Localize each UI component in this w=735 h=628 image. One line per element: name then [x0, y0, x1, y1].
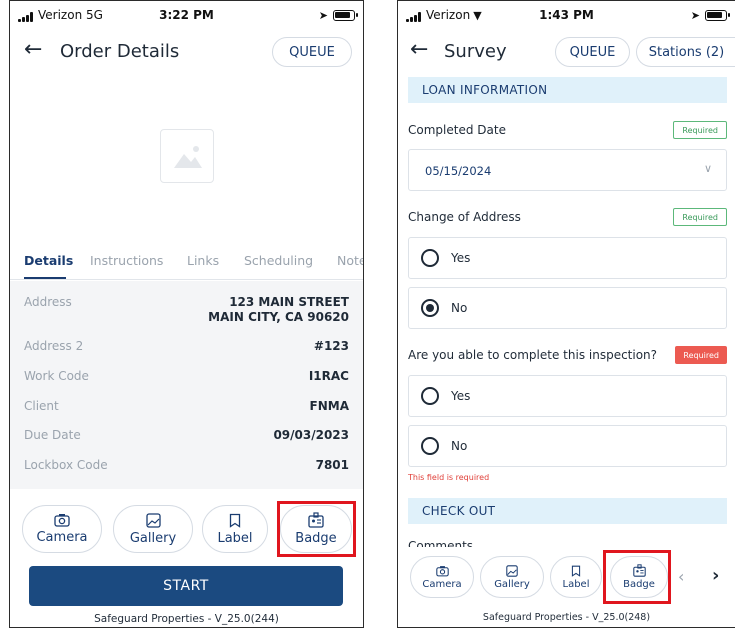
gallery-label: Gallery	[129, 530, 177, 546]
page-title: Survey	[444, 41, 507, 62]
able-to-complete-option-yes[interactable]: Yes	[408, 375, 727, 417]
battery-icon	[705, 10, 730, 21]
tab-scheduling[interactable]: Scheduling	[244, 253, 313, 268]
back-arrow-icon[interactable]: ←	[24, 37, 42, 62]
gallery-icon	[145, 512, 161, 528]
back-arrow-icon[interactable]: ←	[410, 37, 428, 62]
badge-highlight-box	[277, 501, 356, 557]
detail-label: Due Date	[24, 428, 81, 442]
required-badge: Required	[673, 121, 727, 139]
version-footer: Safeguard Properties - V_25.0(248)	[482, 612, 651, 623]
label-label: Label	[562, 578, 590, 590]
radio-unchecked-icon[interactable]	[421, 249, 439, 267]
required-badge-error: Required	[675, 346, 727, 364]
change-of-address-option-no[interactable]: No	[408, 287, 727, 329]
bookmark-icon	[571, 565, 581, 577]
status-time: 1:43 PM	[539, 8, 594, 22]
completed-date-value: 05/15/2024	[425, 164, 492, 178]
stations-button[interactable]: Stations (2)	[636, 37, 735, 67]
detail-value: FNMA	[309, 399, 349, 413]
option-label: No	[451, 301, 468, 315]
tab-links[interactable]: Links	[187, 253, 219, 268]
detail-value: 7801	[315, 458, 349, 472]
option-label: Yes	[451, 251, 471, 265]
change-of-address-option-yes[interactable]: Yes	[408, 237, 727, 279]
version-footer: Safeguard Properties - V_25.0(244)	[94, 613, 279, 625]
radio-checked-icon[interactable]	[421, 299, 439, 317]
camera-button[interactable]: Camera	[410, 556, 474, 598]
detail-label: Lockbox Code	[24, 458, 108, 472]
status-bar: Verizon ▼ 1:43 PM ➤	[398, 1, 735, 27]
question-label-change-of-address: Change of Address	[408, 210, 521, 224]
active-tab-indicator	[24, 277, 66, 279]
start-button[interactable]: START	[29, 566, 343, 606]
order-details-screen: Verizon 5G 3:22 PM ➤ ← Order Details QUE…	[9, 0, 364, 628]
queue-button[interactable]: QUEUE	[555, 37, 630, 67]
completed-date-select[interactable]: 05/15/2024 ∨	[408, 149, 727, 191]
detail-value: 09/03/2023	[273, 428, 349, 442]
page-title: Order Details	[60, 41, 180, 62]
tab-instructions[interactable]: Instructions	[90, 253, 163, 268]
battery-icon	[333, 10, 358, 21]
question-label-completed-date: Completed Date	[408, 123, 506, 137]
camera-icon	[54, 514, 70, 527]
scroll-right-chevron-icon[interactable]: ›	[712, 565, 719, 586]
camera-label: Camera	[422, 578, 462, 590]
image-placeholder-icon	[174, 146, 202, 168]
image-placeholder	[160, 129, 214, 183]
location-icon: ➤	[318, 9, 328, 22]
queue-button[interactable]: QUEUE	[272, 37, 352, 67]
detail-label: Address	[24, 295, 72, 309]
gallery-button[interactable]: Gallery	[480, 556, 544, 598]
camera-icon	[435, 565, 449, 576]
camera-button[interactable]: Camera	[22, 505, 102, 553]
tab-notes[interactable]: Note	[337, 253, 363, 268]
app-header: ← Order Details QUEUE	[10, 31, 363, 71]
option-label: No	[451, 439, 468, 453]
status-bar: Verizon 5G 3:22 PM ➤	[10, 1, 363, 27]
app-header: ← Survey QUEUE Stations (2)	[398, 33, 735, 73]
camera-label: Camera	[36, 530, 88, 545]
detail-value: I1RAC	[308, 369, 349, 383]
tab-details[interactable]: Details	[24, 253, 73, 268]
radio-unchecked-icon[interactable]	[421, 387, 439, 405]
details-panel: Address 123 MAIN STREET MAIN CITY, CA 906…	[10, 281, 363, 489]
required-badge: Required	[673, 208, 727, 226]
section-header-loan-information: LOAN INFORMATION	[408, 77, 727, 103]
location-icon: ➤	[690, 9, 700, 22]
able-to-complete-option-no[interactable]: No	[408, 425, 727, 467]
radio-unchecked-icon[interactable]	[421, 437, 439, 455]
detail-label: Address 2	[24, 339, 84, 353]
detail-label: Client	[24, 399, 59, 413]
detail-value: 123 MAIN STREET MAIN CITY, CA 90620	[208, 295, 349, 324]
validation-error: This field is required	[408, 473, 490, 482]
gallery-button[interactable]: Gallery	[113, 505, 193, 553]
gallery-label: Gallery	[494, 578, 530, 590]
section-header-check-out: CHECK OUT	[408, 498, 727, 524]
survey-screen: Verizon ▼ 1:43 PM ➤ ← Survey QUEUE Stati…	[397, 0, 735, 628]
question-label-able-to-complete: Are you able to complete this inspection…	[408, 348, 658, 362]
label-button[interactable]: Label	[202, 505, 268, 553]
chevron-down-icon: ∨	[703, 162, 712, 175]
detail-value: #123	[313, 339, 349, 353]
comments-label-partial: Comments	[408, 539, 474, 547]
gallery-icon	[506, 564, 518, 577]
label-label: Label	[217, 530, 253, 546]
label-button[interactable]: Label	[550, 556, 602, 598]
detail-label: Work Code	[24, 369, 89, 383]
scroll-left-chevron-icon[interactable]: ‹	[678, 567, 684, 586]
detail-tabs: Details Instructions Links Scheduling No…	[10, 250, 363, 280]
bookmark-icon	[229, 513, 241, 528]
badge-highlight-box	[603, 550, 671, 604]
status-time: 3:22 PM	[159, 8, 214, 22]
option-label: Yes	[451, 389, 471, 403]
